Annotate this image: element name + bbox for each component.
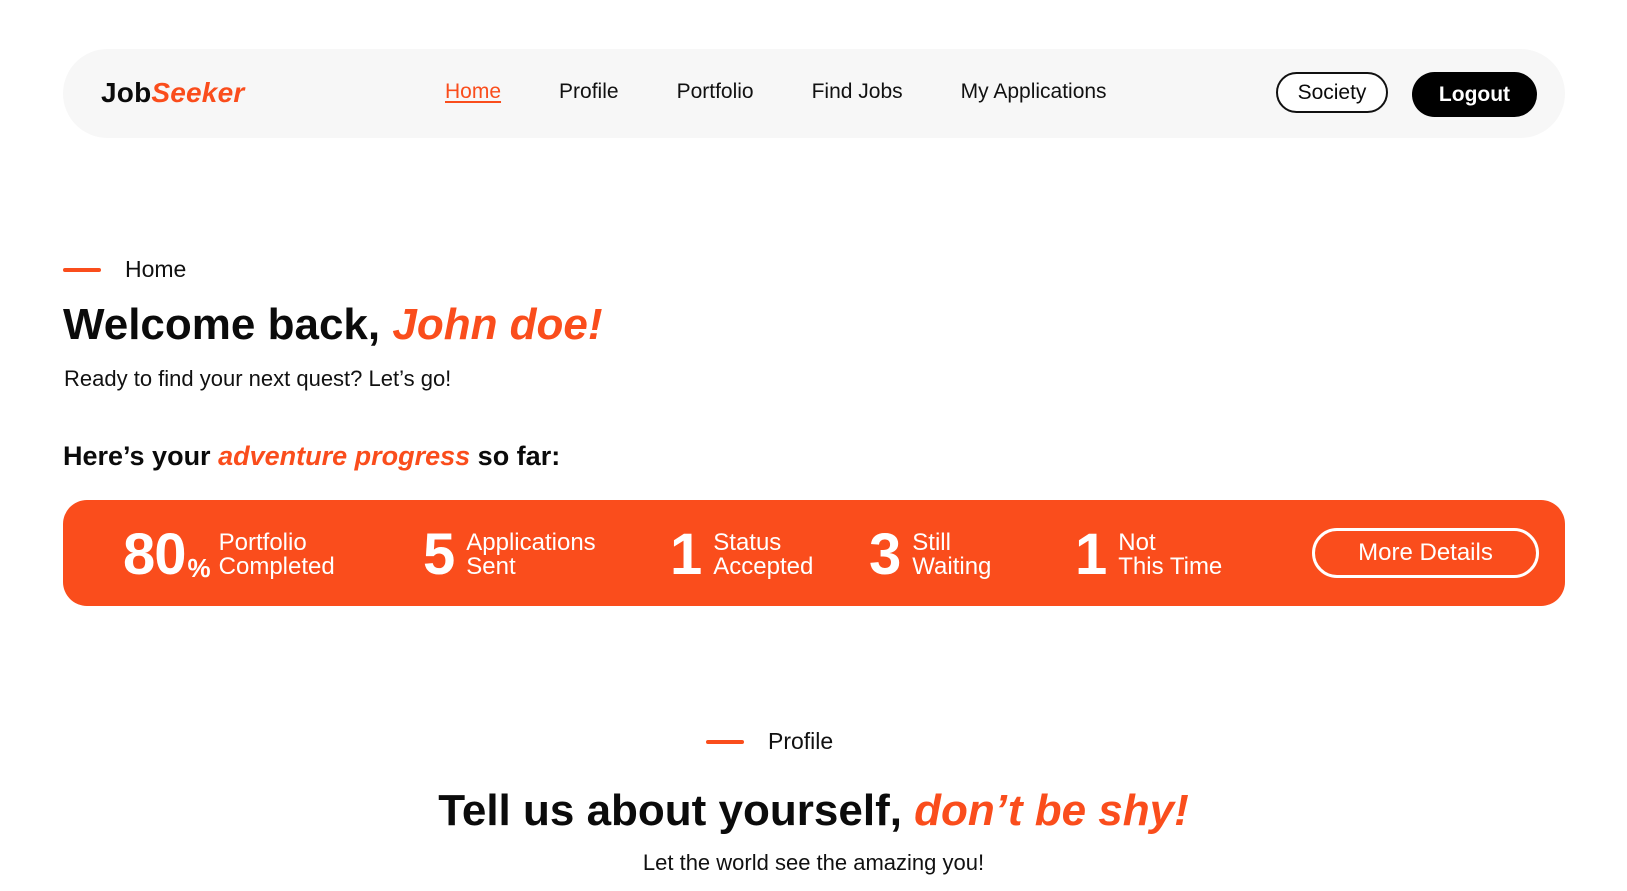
welcome-subtitle: Ready to find your next quest? Let’s go! xyxy=(64,366,452,391)
profile-heading: Tell us about yourself, don’t be shy! xyxy=(0,786,1627,836)
home-eyebrow: Home xyxy=(63,256,186,283)
welcome-name: John doe! xyxy=(392,300,603,349)
profile-title-prefix: Tell us about yourself, xyxy=(438,786,915,835)
stat-rejected-label: Not This Time xyxy=(1118,531,1222,579)
progress-heading: Here’s your adventure progress so far: xyxy=(63,441,560,472)
stat-rejected-line1: Not xyxy=(1118,529,1156,556)
nav-link-profile[interactable]: Profile xyxy=(559,80,619,104)
logo-accent: Seeker xyxy=(151,77,245,108)
stat-accepted-line1: Status xyxy=(713,529,782,556)
eyebrow-dash xyxy=(63,267,101,272)
welcome-heading: Welcome back, John doe! xyxy=(63,300,603,350)
stat-waiting-line2: Waiting xyxy=(912,553,992,580)
stat-applications: 5 Applications Sent xyxy=(423,526,596,584)
profile-eyebrow-label: Profile xyxy=(768,728,834,754)
stat-portfolio-line2: Completed xyxy=(218,553,335,580)
nav-link-portfolio[interactable]: Portfolio xyxy=(677,80,754,104)
stat-accepted-value: 1 xyxy=(670,522,702,587)
stat-applications-value: 5 xyxy=(423,522,455,587)
welcome-prefix: Welcome back, xyxy=(63,300,393,349)
stat-accepted: 1 Status Accepted xyxy=(670,526,813,584)
stats-bar: 80 % Portfolio Completed 5 Applications … xyxy=(63,500,1565,606)
progress-prefix: Here’s your xyxy=(63,441,219,471)
stat-accepted-label: Status Accepted xyxy=(713,531,813,579)
nav-links: Home Profile Portfolio Find Jobs My Appl… xyxy=(445,80,1165,104)
stat-waiting: 3 Still Waiting xyxy=(869,526,991,584)
logout-button[interactable]: Logout xyxy=(1412,72,1537,117)
progress-accent: adventure progress xyxy=(218,441,471,471)
profile-title-accent: don’t be shy! xyxy=(914,786,1189,835)
stat-portfolio-line1: Portfolio xyxy=(218,529,307,556)
stat-rejected-line2: This Time xyxy=(1118,553,1223,580)
home-eyebrow-label: Home xyxy=(125,256,187,282)
nav-link-find-jobs[interactable]: Find Jobs xyxy=(812,80,903,104)
more-details-button[interactable]: More Details xyxy=(1312,528,1539,578)
society-button[interactable]: Society xyxy=(1276,72,1388,113)
progress-suffix: so far: xyxy=(470,441,561,471)
stat-portfolio-suffix: % xyxy=(187,553,211,583)
stat-rejected-value: 1 xyxy=(1075,522,1107,587)
nav-link-home[interactable]: Home xyxy=(445,80,501,104)
logo-main: Job xyxy=(101,77,152,108)
stat-waiting-label: Still Waiting xyxy=(912,531,991,579)
navbar: JobSeeker Home Profile Portfolio Find Jo… xyxy=(63,49,1565,138)
stat-applications-line1: Applications xyxy=(466,529,596,556)
stat-applications-line2: Sent xyxy=(466,553,516,580)
stat-accepted-line2: Accepted xyxy=(713,553,814,580)
stat-waiting-value: 3 xyxy=(869,522,901,587)
stat-portfolio-label: Portfolio Completed xyxy=(219,531,335,579)
logo[interactable]: JobSeeker xyxy=(101,77,244,109)
stat-applications-label: Applications Sent xyxy=(466,531,595,579)
profile-subtitle: Let the world see the amazing you! xyxy=(642,850,985,875)
profile-eyebrow: Profile xyxy=(706,728,833,755)
stat-waiting-line1: Still xyxy=(912,529,951,556)
stat-portfolio-value: 80 xyxy=(123,522,187,587)
eyebrow-dash xyxy=(706,739,744,744)
nav-link-my-applications[interactable]: My Applications xyxy=(961,80,1107,104)
stat-rejected: 1 Not This Time xyxy=(1075,526,1222,584)
stat-portfolio: 80 % Portfolio Completed xyxy=(123,526,335,584)
